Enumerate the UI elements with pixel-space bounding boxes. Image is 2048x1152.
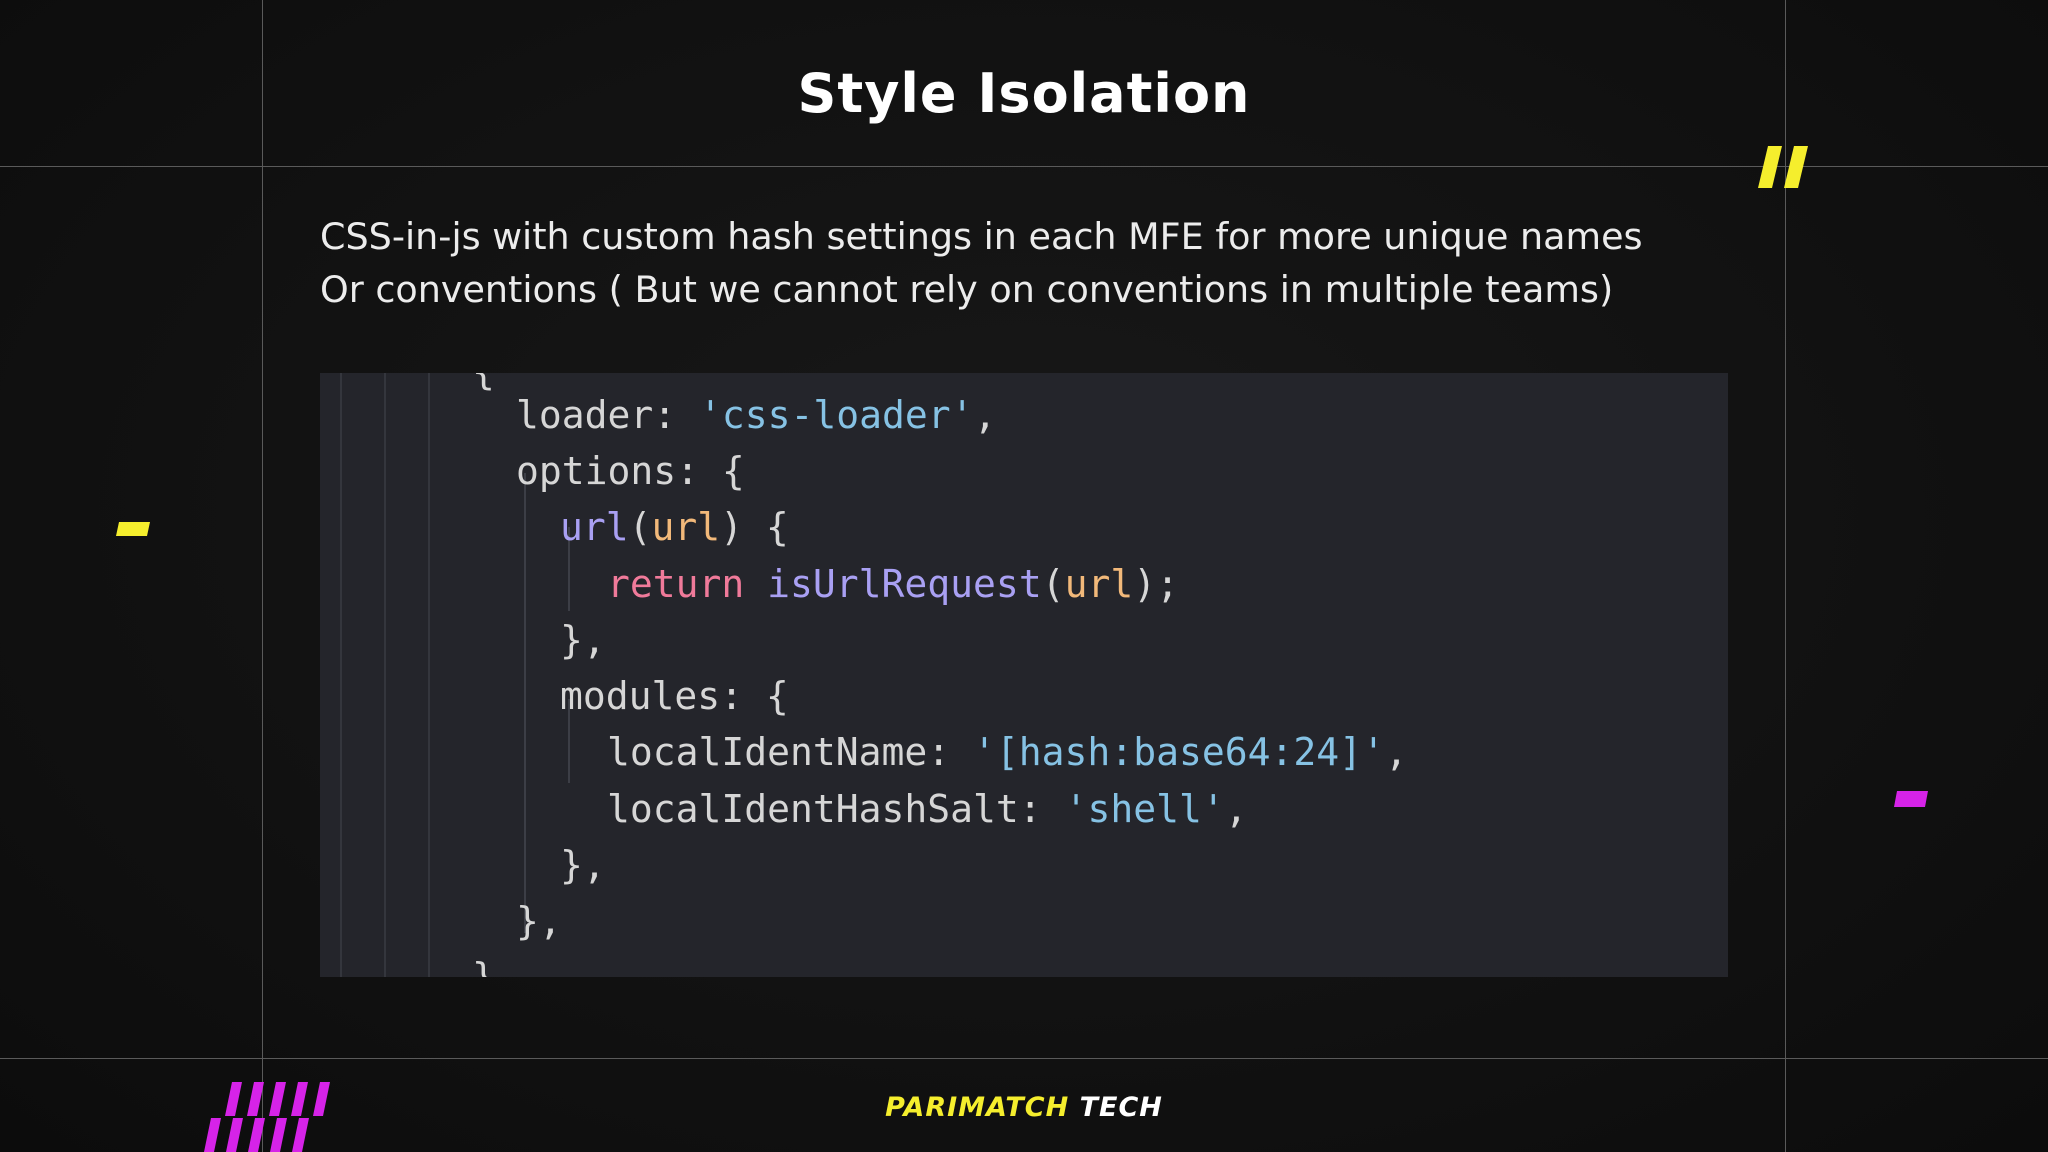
- code-token: url: [1064, 562, 1134, 606]
- code-token: );: [1133, 562, 1179, 606]
- indent-guide: [428, 373, 430, 977]
- code-token: ,: [1224, 787, 1248, 831]
- code-token: 'css-loader': [699, 393, 974, 437]
- code-line: localIdentName: '[hash:base64:24]',: [607, 724, 1408, 780]
- slide-description: CSS-in-js with custom hash settings in e…: [320, 210, 1643, 316]
- code-token: url: [560, 505, 629, 549]
- description-line-1: CSS-in-js with custom hash settings in e…: [320, 215, 1643, 258]
- quote-mark-icon: [1758, 146, 1808, 188]
- description-line-2: Or conventions ( But we cannot rely on c…: [320, 268, 1614, 311]
- code-line: },: [560, 837, 606, 893]
- code-token: localIdentName:: [607, 730, 974, 774]
- code-snippet-panel: {loader: 'css-loader',options: {url(url)…: [320, 373, 1728, 977]
- code-line: }: [472, 949, 495, 977]
- code-token: loader:: [516, 393, 700, 437]
- code-token: {: [472, 373, 495, 393]
- indent-guide-options: [524, 473, 526, 933]
- code-token: },: [560, 618, 606, 662]
- grid-line-bottom: [0, 1058, 2048, 1059]
- code-line: return isUrlRequest(url);: [607, 556, 1179, 612]
- code-token: url: [651, 505, 721, 549]
- code-line: },: [516, 893, 562, 949]
- code-token: ,: [1384, 730, 1408, 774]
- code-token: localIdentHashSalt:: [607, 787, 1065, 831]
- code-line: options: {: [516, 443, 745, 499]
- code-token: isUrlRequest: [767, 562, 1042, 606]
- code-token: },: [560, 843, 606, 887]
- code-token: return: [607, 562, 768, 606]
- code-token: '[hash:base64:24]': [973, 730, 1385, 774]
- code-token: ,: [973, 393, 997, 437]
- code-line: modules: {: [560, 668, 789, 724]
- indent-guide: [384, 373, 386, 977]
- code-token: modules: {: [560, 674, 789, 718]
- code-token: options: {: [516, 449, 745, 493]
- yellow-dash-icon: [116, 522, 150, 536]
- slide-title: Style Isolation: [797, 62, 1251, 125]
- logo-tech: TECH: [1079, 1092, 1163, 1123]
- indent-guide: [340, 373, 342, 977]
- code-line: loader: 'css-loader',: [516, 387, 996, 443]
- code-line: {: [472, 373, 495, 399]
- grid-line-left: [262, 0, 263, 1152]
- code-token: 'shell': [1064, 787, 1225, 831]
- code-line: url(url) {: [560, 499, 789, 555]
- parimatch-tech-logo: PARIMATCH TECH: [0, 1092, 2048, 1123]
- code-token: (: [1041, 562, 1065, 606]
- code-line: localIdentHashSalt: 'shell',: [607, 781, 1248, 837]
- code-token: ) {: [720, 505, 789, 549]
- logo-parimatch: PARIMATCH: [885, 1092, 1070, 1123]
- code-line: },: [560, 612, 606, 668]
- code-token: (: [628, 505, 652, 549]
- magenta-dash-icon: [1894, 791, 1928, 807]
- code-token: }: [472, 955, 495, 977]
- code-token: },: [516, 899, 562, 943]
- grid-line-top: [0, 166, 2048, 167]
